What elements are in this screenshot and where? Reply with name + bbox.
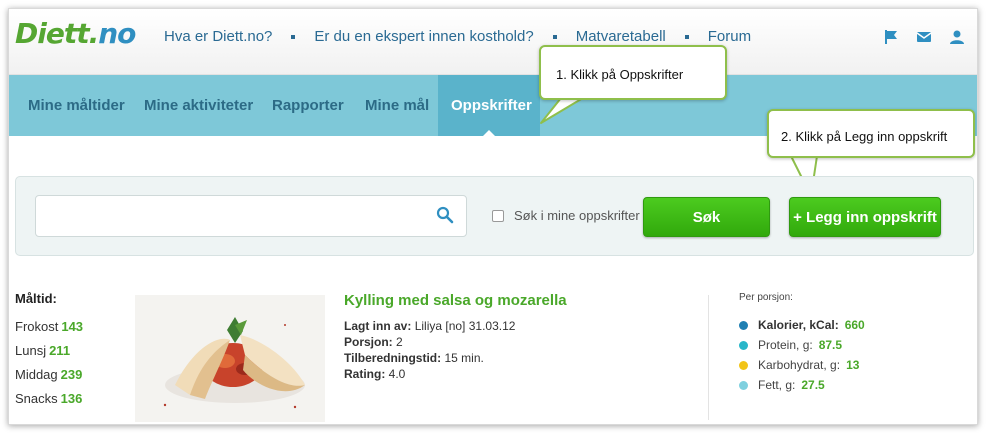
meal-label: Snacks <box>15 391 58 406</box>
meal-summary: Måltid: Frokost 143 Lunsj 211 Middag 239 Sn… <box>15 291 83 415</box>
divider <box>708 295 709 420</box>
calories-bullet-icon <box>739 320 748 330</box>
meal-row-lunch: Lunsj 211 <box>15 343 83 358</box>
meal-label: Frokost <box>15 319 59 334</box>
protein-bullet-icon <box>739 340 748 350</box>
recipe-info: Kylling med salsa og mozarella Lagt inn … <box>344 292 567 383</box>
search-my-recipes-checkbox[interactable] <box>492 210 504 222</box>
browser-frame: Diett.no Hva er Diett.no? Er du en ekspe… <box>8 8 978 425</box>
nutrition-per-portion: Per porsjon: Kalorier, kCal: 660 Protein,… <box>739 292 865 398</box>
nutrition-value: 13 <box>846 358 860 372</box>
meal-value: 143 <box>61 319 84 334</box>
nutrition-row-calories: Kalorier, kCal: 660 <box>739 318 865 332</box>
nutrition-row-carbs: Karbohydrat, g: 13 <box>739 358 865 372</box>
prep-time-label: Tilberedningstid: <box>344 351 442 365</box>
recipe-added-by: Lagt inn av: Liliya [no] 31.03.12 <box>344 319 567 333</box>
nutrition-label: Fett, g: <box>758 378 796 392</box>
meal-label: Lunsj <box>15 343 47 358</box>
recipe-prep-time: Tilberedningstid: 15 min. <box>344 351 567 365</box>
nutrition-label: Kalorier, kCal: <box>758 318 839 332</box>
callout-step-1: 1. Klikk på Oppskrifter <box>539 45 727 100</box>
recipe-rating: Rating: 4.0 <box>344 367 567 381</box>
meal-summary-header: Måltid: <box>15 291 57 306</box>
rating-label: Rating: <box>344 367 386 381</box>
search-icon[interactable] <box>436 206 454 224</box>
added-by-label: Lagt inn av: <box>344 319 412 333</box>
portions-value: 2 <box>396 335 403 349</box>
nutrition-row-protein: Protein, g: 87.5 <box>739 338 865 352</box>
nutrition-label: Protein, g: <box>758 338 813 352</box>
nutrition-value: 27.5 <box>801 378 825 392</box>
fat-bullet-icon <box>739 380 748 390</box>
meal-row-snacks: Snacks 136 <box>15 391 83 406</box>
add-recipe-button[interactable]: + Legg inn oppskrift <box>789 197 941 237</box>
recipe-image[interactable] <box>135 295 325 422</box>
meal-value: 239 <box>60 367 83 382</box>
recipe-title[interactable]: Kylling med salsa og mozarella <box>344 292 567 309</box>
recipe-portions: Porsjon: 2 <box>344 335 567 349</box>
recipe-search-input[interactable] <box>35 195 467 237</box>
added-by-value: Liliya [no] 31.03.12 <box>414 319 516 333</box>
search-button[interactable]: Søk <box>643 197 770 237</box>
nutrition-row-fat: Fett, g: 27.5 <box>739 378 865 392</box>
portions-label: Porsjon: <box>344 335 393 349</box>
meal-row-dinner: Middag 239 <box>15 367 83 382</box>
nutrition-header: Per porsjon: <box>739 292 793 303</box>
callout1-pointer <box>540 97 584 124</box>
carbs-bullet-icon <box>739 360 748 370</box>
meal-value: 136 <box>60 391 83 406</box>
prep-time-value: 15 min. <box>444 351 484 365</box>
callout-step-1-text: 1. Klikk på Oppskrifter <box>556 67 684 82</box>
search-my-recipes-label[interactable]: Søk i mine oppskrifter <box>514 208 640 223</box>
nutrition-value: 660 <box>844 318 865 332</box>
callout-step-2-text: 2. Klikk på Legg inn oppskrift <box>781 129 948 144</box>
rating-value: 4.0 <box>388 367 406 381</box>
meal-value: 211 <box>49 343 71 358</box>
callout-step-2: 2. Klikk på Legg inn oppskrift <box>767 109 975 158</box>
recipe-search-panel: Søk i mine oppskrifter Søk + Legg inn op… <box>15 176 974 256</box>
meal-row-breakfast: Frokost 143 <box>15 319 83 334</box>
nutrition-value: 87.5 <box>818 338 843 352</box>
meal-label: Middag <box>15 367 58 382</box>
nutrition-label: Karbohydrat, g: <box>758 358 841 372</box>
